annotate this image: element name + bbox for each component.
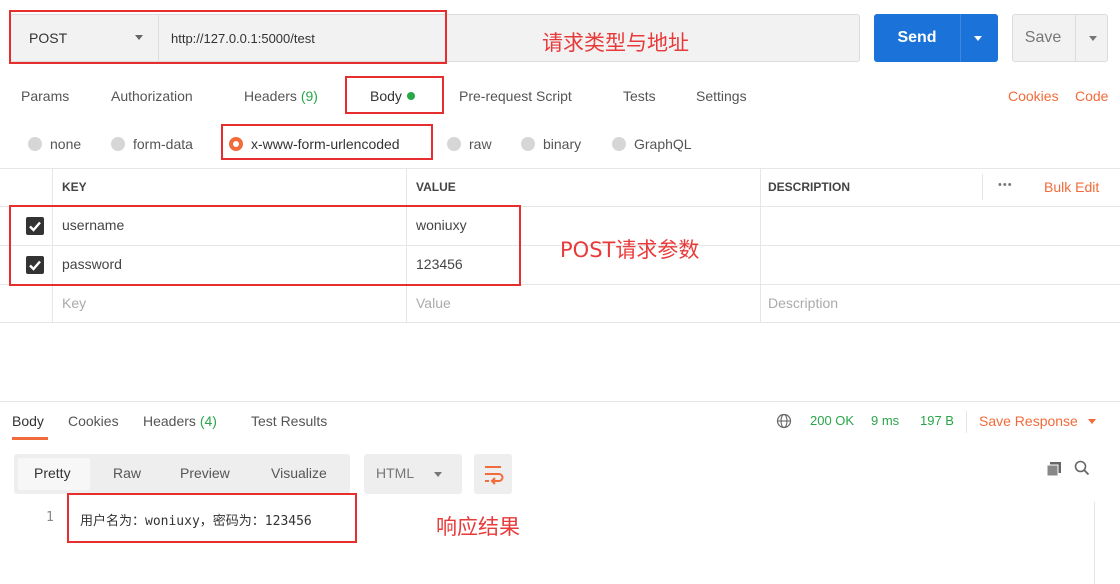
body-active-dot-icon [406, 92, 415, 100]
radio-graphql-icon [612, 137, 626, 151]
response-tab-cookies[interactable]: Cookies [68, 413, 119, 429]
globe-icon[interactable] [776, 413, 792, 432]
format-select-label: HTML [376, 465, 415, 481]
cookies-link[interactable]: Cookies [1008, 88, 1059, 108]
radio-form-data-icon [111, 137, 125, 151]
table-col-divider [760, 168, 761, 322]
view-raw-tab[interactable]: Raw [113, 465, 141, 481]
column-header-description: DESCRIPTION [768, 180, 851, 194]
value-input-placeholder[interactable]: Value [416, 295, 451, 311]
send-options-chevron-icon[interactable] [974, 36, 982, 41]
radio-binary[interactable]: binary [521, 134, 581, 154]
table-top-border [0, 168, 1120, 169]
key-input-placeholder[interactable]: Key [62, 295, 86, 311]
radio-none-icon [28, 137, 42, 151]
table-col-divider [982, 174, 983, 200]
chevron-down-icon [434, 472, 442, 477]
bulk-edit-link[interactable]: Bulk Edit [1044, 179, 1099, 195]
view-preview-tab[interactable]: Preview [180, 465, 230, 481]
radio-raw-label: raw [469, 136, 492, 152]
radio-x-www-form-urlencoded[interactable]: x-www-form-urlencoded [229, 134, 400, 154]
radio-none[interactable]: none [28, 134, 81, 154]
more-options-icon[interactable]: ••• [998, 179, 1013, 191]
radio-binary-label: binary [543, 136, 582, 152]
table-bottom-border [0, 322, 1120, 323]
tab-headers-count: (9) [300, 88, 318, 104]
save-response-button[interactable]: Save Response [979, 413, 1096, 429]
response-tab-body-underline [12, 437, 48, 440]
response-tab-body[interactable]: Body [12, 413, 44, 429]
wrap-lines-button[interactable] [474, 454, 512, 494]
save-button[interactable]: Save [1012, 14, 1108, 62]
response-tab-headers-count: (4) [199, 413, 217, 429]
view-pretty-tab[interactable]: Pretty [34, 465, 71, 481]
radio-graphql[interactable]: GraphQL [612, 134, 692, 154]
annotation-post-params: POST请求参数 [560, 238, 700, 262]
format-select[interactable]: HTML [364, 454, 462, 494]
annotation-box-request [9, 10, 447, 64]
radio-none-label: none [50, 136, 82, 152]
send-button[interactable]: Send [874, 14, 998, 62]
send-divider [960, 14, 961, 62]
view-visualize-tab[interactable]: Visualize [271, 465, 327, 481]
radio-form-data-label: form-data [133, 136, 193, 152]
response-tab-headers[interactable]: Headers (4) [143, 413, 217, 429]
status-code: 200 OK [810, 413, 855, 428]
tab-authorization[interactable]: Authorization [111, 88, 193, 108]
annotation-response-result: 响应结果 [436, 515, 520, 539]
radio-urlencoded-label: x-www-form-urlencoded [251, 136, 400, 152]
tab-headers-label: Headers [244, 88, 297, 104]
tab-body-label: Body [370, 88, 402, 104]
column-header-key: KEY [62, 180, 87, 194]
code-link[interactable]: Code [1075, 88, 1108, 108]
radio-raw-icon [447, 137, 461, 151]
save-response-label: Save Response [979, 413, 1078, 429]
column-header-value: VALUE [416, 180, 456, 194]
radio-binary-icon [521, 137, 535, 151]
tab-headers[interactable]: Headers (9) [244, 88, 318, 108]
tab-tests[interactable]: Tests [623, 88, 656, 108]
caret-down-icon [1087, 419, 1096, 424]
tab-pre-request-script[interactable]: Pre-request Script [459, 88, 572, 108]
search-icon[interactable] [1074, 460, 1090, 479]
status-divider [966, 411, 967, 433]
save-button-label: Save [1024, 29, 1062, 46]
save-divider [1075, 15, 1076, 61]
response-scrollbar[interactable] [1094, 502, 1120, 584]
description-input-placeholder[interactable]: Description [768, 295, 838, 311]
annotation-box-params [9, 205, 521, 286]
tab-settings[interactable]: Settings [696, 88, 747, 108]
tab-params[interactable]: Params [21, 88, 69, 108]
response-tab-test-results[interactable]: Test Results [251, 413, 327, 429]
wrap-lines-icon [485, 466, 504, 485]
response-view-toolbar: Pretty Raw Preview Visualize [14, 454, 350, 494]
annotation-box-response [67, 493, 357, 543]
radio-raw[interactable]: raw [447, 134, 492, 154]
line-number: 1 [46, 510, 54, 525]
tab-body[interactable]: Body [370, 88, 415, 108]
radio-form-data[interactable]: form-data [111, 134, 193, 154]
copy-icon[interactable] [1046, 461, 1062, 480]
response-tab-headers-label: Headers [143, 413, 196, 429]
radio-urlencoded-selected-icon [229, 137, 243, 151]
radio-graphql-label: GraphQL [634, 136, 692, 152]
save-options-chevron-icon[interactable] [1089, 36, 1097, 41]
response-size: 197 B [920, 413, 954, 428]
response-time: 9 ms [871, 413, 900, 428]
response-top-border [0, 401, 1120, 402]
annotation-request-type: 请求类型与地址 [542, 31, 689, 55]
send-button-label: Send [897, 29, 937, 46]
